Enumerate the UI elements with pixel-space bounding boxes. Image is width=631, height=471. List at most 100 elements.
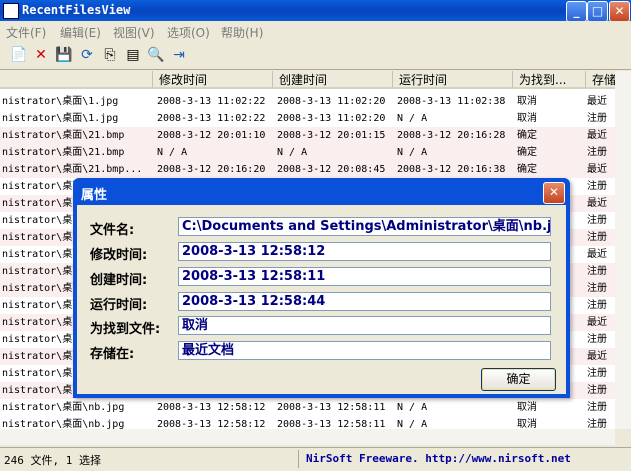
table-row[interactable]: nistrator\桌面\nb.jpg 2008-3-13 12:58:12 200… (0, 416, 615, 429)
properties-icon[interactable]: ▤ (124, 46, 142, 64)
table-cell: 最近 (587, 96, 607, 107)
app-icon (3, 3, 19, 19)
table-cell: 确定 (517, 130, 537, 141)
table-cell: nistrator\桌面\nb.jpg (2, 419, 125, 429)
table-cell: 2008-3-13 11:02:22 (157, 96, 266, 107)
status-count: 246 文件, 1 选择 (4, 454, 101, 467)
column-header-executed[interactable]: 运行时间 (393, 71, 513, 89)
table-cell: N / A (397, 147, 428, 158)
close-icon[interactable]: ✕ (609, 1, 630, 22)
table-row[interactable]: nistrator\桌面\21.bmp... 2008-3-12 20:16:20… (0, 161, 615, 178)
exit-icon[interactable]: ⇥ (170, 46, 188, 64)
table-row[interactable]: nistrator\桌面\21.bmp 2008-3-12 20:01:10 200… (0, 127, 615, 144)
table-cell: 注册 (587, 232, 607, 243)
table-cell: 注册 (587, 113, 607, 124)
minimize-icon[interactable]: _ (566, 1, 587, 22)
table-cell: N / A (397, 402, 428, 413)
table-cell: 最近 (587, 130, 607, 141)
ok-button[interactable]: 确定 (481, 368, 556, 391)
field-missing[interactable]: 取消 (178, 316, 551, 335)
table-cell: 2008-3-12 20:16:28 (397, 130, 506, 141)
table-cell: nistrator\桌面\21.bmp... (2, 164, 143, 175)
menu-options[interactable]: 选项(O) (167, 24, 210, 41)
table-cell: 最近 (587, 317, 607, 328)
table-cell: 确定 (517, 164, 537, 175)
column-header-created[interactable]: 创建时间 (273, 71, 393, 89)
table-cell: 注册 (587, 385, 607, 396)
document-icon[interactable]: 📄 (10, 46, 28, 64)
table-cell: 注册 (587, 419, 607, 429)
save-icon[interactable]: 💾 (55, 46, 73, 64)
table-row[interactable]: nistrator\桌面\21.bmp N / A N / A N / A 确定 注册 (0, 144, 615, 161)
table-cell: 2008-3-13 11:02:20 (277, 96, 386, 107)
properties-dialog: 属性 ✕ 文件名: C:\Documents and Settings\Admi… (73, 178, 570, 398)
table-cell: 取消 (517, 96, 537, 107)
table-cell: 2008-3-12 20:01:10 (157, 130, 266, 141)
horizontal-scrollbar[interactable] (0, 429, 615, 445)
dialog-title: 属性 (81, 188, 108, 203)
table-cell: 取消 (517, 419, 537, 429)
find-icon[interactable]: 🔍 (147, 46, 165, 64)
menu-file[interactable]: 文件(F) (6, 24, 46, 41)
nirsoft-link[interactable]: NirSoft Freeware. http://www.nirsoft.net (306, 452, 571, 465)
table-cell: 2008-3-13 12:58:11 (277, 402, 386, 413)
table-cell: 注册 (587, 368, 607, 379)
table-cell: 2008-3-13 11:02:22 (157, 113, 266, 124)
copy-icon[interactable]: ⎘ (101, 46, 119, 64)
toolbar: 📄 ✕ 💾 ⟳ ⎘ ▤ 🔍 ⇥ (0, 41, 631, 70)
vertical-scrollbar[interactable] (615, 71, 631, 429)
label-modified: 修改时间: (90, 248, 148, 263)
field-storage[interactable]: 最近文档 (178, 341, 551, 360)
table-cell: 2008-3-12 20:08:45 (277, 164, 386, 175)
table-cell: 注册 (587, 181, 607, 192)
field-modified[interactable]: 2008-3-13 12:58:12 (178, 242, 551, 261)
table-cell: 最近 (587, 164, 607, 175)
table-cell: 注册 (587, 300, 607, 311)
table-cell: N / A (397, 113, 428, 124)
field-filename[interactable]: C:\Documents and Settings\Administrator\… (178, 217, 551, 236)
table-cell: 注册 (587, 334, 607, 345)
table-row[interactable]: nistrator\桌面\1.jpg 2008-3-13 11:02:22 2008… (0, 110, 615, 127)
window-title: RecentFilesView (22, 3, 131, 17)
table-cell: nistrator\桌面\21.bmp (2, 147, 125, 158)
label-created: 创建时间: (90, 273, 148, 288)
table-cell: 最近 (587, 198, 607, 209)
table-cell: 确定 (517, 147, 537, 158)
maximize-icon[interactable]: □ (587, 1, 608, 22)
label-missing: 为找到文件: (90, 322, 161, 337)
menu-bar: 文件(F) 编辑(E) 视图(V) 选项(O) 帮助(H) (0, 21, 631, 41)
title-bar[interactable]: RecentFilesView _ □ ✕ (0, 0, 631, 22)
column-header-filename[interactable] (0, 71, 153, 89)
close-icon[interactable]: ✕ (543, 182, 565, 204)
label-executed: 运行时间: (90, 298, 148, 313)
refresh-icon[interactable]: ⟳ (78, 46, 96, 64)
status-bar: 246 文件, 1 选择 NirSoft Freeware. http://ww… (0, 447, 631, 471)
table-cell: 2008-3-13 11:02:38 (397, 96, 506, 107)
table-cell: 最近 (587, 249, 607, 260)
column-header-missing[interactable]: 为找到... (513, 71, 586, 89)
table-row[interactable]: nistrator\桌面\nb.jpg 2008-3-13 12:58:12 200… (0, 399, 615, 416)
table-cell: 2008-3-12 20:16:20 (157, 164, 266, 175)
column-header-modified[interactable]: 修改时间 (153, 71, 273, 89)
table-cell: 注册 (587, 266, 607, 277)
label-filename: 文件名: (90, 223, 135, 238)
table-cell: 取消 (517, 113, 537, 124)
menu-help[interactable]: 帮助(H) (221, 24, 263, 41)
label-storage: 存储在: (90, 347, 135, 362)
delete-icon[interactable]: ✕ (32, 46, 50, 64)
table-cell: N / A (157, 147, 188, 158)
menu-view[interactable]: 视图(V) (113, 24, 155, 41)
menu-edit[interactable]: 编辑(E) (60, 24, 101, 41)
field-created[interactable]: 2008-3-13 12:58:11 (178, 267, 551, 286)
table-cell: nistrator\桌面\1.jpg (2, 96, 119, 107)
field-executed[interactable]: 2008-3-13 12:58:44 (178, 292, 551, 311)
dialog-body: 文件名: C:\Documents and Settings\Administr… (77, 205, 566, 394)
table-cell: 2008-3-13 12:58:12 (157, 402, 266, 413)
table-cell: 2008-3-13 12:58:11 (277, 419, 386, 429)
table-row[interactable]: nistrator\桌面\1.jpg 2008-3-13 11:02:22 2008… (0, 93, 615, 110)
table-cell: N / A (277, 147, 308, 158)
table-cell: 注册 (587, 215, 607, 226)
column-header-storage[interactable]: 存储 (586, 71, 615, 89)
table-cell: 2008-3-12 20:01:15 (277, 130, 386, 141)
table-cell: 取消 (517, 402, 537, 413)
